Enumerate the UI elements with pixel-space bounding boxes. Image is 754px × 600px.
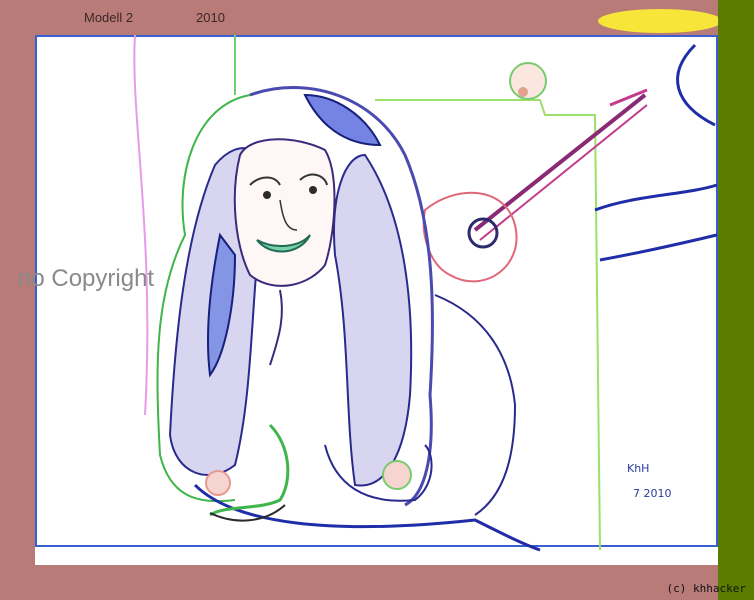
yellow-blob-decoration	[598, 9, 722, 33]
copyright-text: (c) khhacker	[666, 582, 746, 595]
artwork-canvas: KhH 7 2010	[35, 35, 718, 565]
svg-text:7 2010: 7 2010	[633, 487, 672, 500]
right-green-bar	[718, 0, 754, 600]
year-label: 2010	[196, 10, 225, 25]
svg-text:KhH: KhH	[627, 462, 649, 475]
artwork-drawing: KhH 7 2010	[35, 35, 718, 552]
watermark-text: no Copyright	[18, 265, 155, 292]
model-label: Modell 2	[84, 10, 134, 25]
